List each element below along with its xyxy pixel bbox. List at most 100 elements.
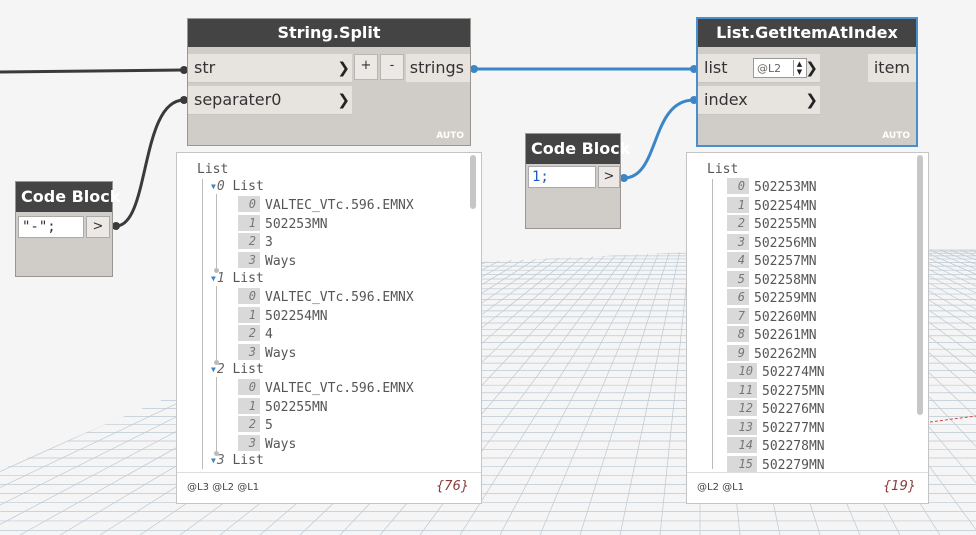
list-item: 24 — [238, 325, 273, 343]
sublist-label: List — [232, 362, 264, 377]
list-levels-label[interactable]: @L3 @L2 @L1 — [187, 482, 259, 493]
item-index: 12 — [727, 400, 757, 416]
collapse-triangle-icon[interactable]: ▼ — [211, 452, 216, 470]
code-editor[interactable]: 1; — [528, 166, 596, 188]
preview-scrollbar[interactable] — [917, 155, 923, 415]
port-dot — [690, 96, 698, 104]
preview-scrollbar[interactable] — [470, 155, 476, 209]
wire-codeblock-index[interactable] — [623, 98, 695, 180]
list-item: 3 Ways — [238, 434, 296, 453]
item-index: 2 — [238, 325, 260, 341]
sublist-index: 3 — [216, 453, 225, 468]
code-editor[interactable]: "-"; — [18, 216, 84, 238]
list-item: 9 502262MN — [727, 344, 817, 363]
input-port-str[interactable]: str ❯ — [188, 54, 352, 83]
sublist-header[interactable]: ▼1 List — [211, 270, 264, 288]
sublist-label: List — [232, 179, 264, 194]
item-value: VALTEC_VTc.596.EMNX — [265, 381, 414, 396]
item-index: 4 — [727, 252, 749, 268]
item-index: 2 — [727, 215, 749, 231]
tree-guide-line — [712, 179, 713, 469]
list-item: 3 Ways — [238, 251, 297, 270]
level-value: @L2 — [757, 62, 782, 75]
item-count: {19} — [882, 479, 916, 494]
port-label: index — [704, 90, 748, 109]
output-port-item[interactable]: item — [868, 54, 916, 82]
code-block-node-separator[interactable]: Code Block "-"; > — [16, 182, 120, 276]
item-value: 502253MN — [754, 180, 817, 195]
wire-input-str[interactable] — [0, 68, 185, 74]
string-split-preview[interactable]: List ▼0 List 0 VALTEC_VTc.596.EMNX 1 502253MN… — [176, 152, 482, 504]
list-item: 12 502276MN — [727, 400, 825, 418]
lacing-auto-label[interactable]: AUTO — [436, 131, 464, 141]
input-port-index[interactable]: index ❯ — [698, 86, 820, 115]
item-index: 10 — [727, 363, 757, 379]
list-item: 0 502253MN — [727, 178, 817, 196]
item-index: 0 — [238, 288, 260, 304]
list-item: 3 Ways — [238, 343, 296, 362]
list-item: 7 502260MN — [727, 307, 817, 326]
preview-footer: @L2 @L1 {19} — [687, 472, 928, 503]
get-item-preview[interactable]: List 0 502253MN 1 502254MN 2 502255MN 3 502256MN… — [686, 152, 929, 504]
remove-input-button[interactable]: - — [380, 54, 404, 80]
output-port[interactable]: > — [86, 216, 110, 238]
item-value: VALTEC_VTc.596.EMNX — [265, 198, 414, 213]
item-value: 502279MN — [762, 457, 825, 473]
output-port-strings[interactable]: strings — [406, 54, 470, 82]
code-block-node-index[interactable]: Code Block 1; > — [526, 134, 630, 228]
tree-guide-line — [216, 194, 217, 268]
item-value: 502262MN — [754, 346, 817, 362]
list-item: 11 502275MN — [727, 381, 825, 400]
port-label: str — [194, 58, 216, 77]
lacing-auto-label[interactable]: AUTO — [882, 131, 910, 141]
add-input-button[interactable]: + — [354, 54, 378, 80]
sublist-header[interactable]: ▼3 List — [211, 452, 264, 470]
list-item: 8 502261MN — [727, 326, 817, 344]
list-item: 0 VALTEC_VTc.596.EMNX — [238, 196, 414, 214]
get-item-at-index-node[interactable]: List.GetItemAtIndex list ❯ @L2 ▲ ▼ index … — [698, 19, 916, 145]
item-value: 4 — [265, 327, 273, 342]
item-index: 1 — [238, 306, 260, 323]
sublist-label: List — [232, 453, 264, 468]
preview-footer: @L3 @L2 @L1 {76} — [177, 472, 481, 503]
node-title: Code Block — [526, 134, 630, 164]
port-dot — [690, 65, 698, 73]
string-split-node[interactable]: String.Split str ❯ separater0 ❯ + - stri… — [188, 19, 470, 145]
sublist-header[interactable]: ▼0 List — [211, 178, 264, 196]
item-index: 1 — [238, 397, 260, 414]
list-item: 23 — [238, 233, 273, 251]
item-index: 0 — [238, 379, 260, 395]
item-value: 502261MN — [754, 328, 817, 343]
preview-root-label: List — [197, 162, 229, 177]
list-level-spinner[interactable]: @L2 ▲ ▼ — [753, 58, 807, 78]
node-title: Code Block — [16, 182, 120, 212]
input-port-separator[interactable]: separater0 ❯ — [188, 86, 352, 115]
item-index: 8 — [727, 326, 749, 342]
output-port[interactable]: > — [598, 166, 620, 188]
port-label: separater0 — [194, 90, 282, 109]
sublist-header[interactable]: ▼2 List — [211, 361, 264, 379]
list-item: 0 VALTEC_VTc.596.EMNX — [238, 379, 414, 397]
list-item: 13 502277MN — [727, 418, 825, 437]
wire-codeblock-separator[interactable] — [115, 98, 185, 228]
item-index: 2 — [238, 416, 260, 432]
item-value: 3 — [265, 235, 273, 250]
list-levels-label[interactable]: @L2 @L1 — [697, 482, 744, 493]
list-item: 15 502279MN — [727, 455, 825, 474]
list-item: 0 VALTEC_VTc.596.EMNX — [238, 288, 414, 306]
item-value: Ways — [265, 253, 297, 269]
port-dot — [620, 174, 628, 182]
chevron-right-icon: ❯ — [805, 91, 818, 109]
list-item: 1 502254MN — [238, 306, 328, 325]
tree-guide-line — [216, 286, 217, 360]
item-value: 502259MN — [754, 291, 817, 306]
item-value: 5 — [265, 418, 273, 433]
item-index: 2 — [238, 233, 260, 249]
item-index: 3 — [238, 251, 260, 268]
item-index: 6 — [727, 289, 749, 305]
item-index: 14 — [727, 437, 757, 453]
list-item: 2 502255MN — [727, 215, 817, 233]
item-value: 502260MN — [754, 309, 817, 325]
spinner-arrows-icon[interactable]: ▲ ▼ — [793, 60, 805, 76]
item-value: 502255MN — [754, 217, 817, 232]
